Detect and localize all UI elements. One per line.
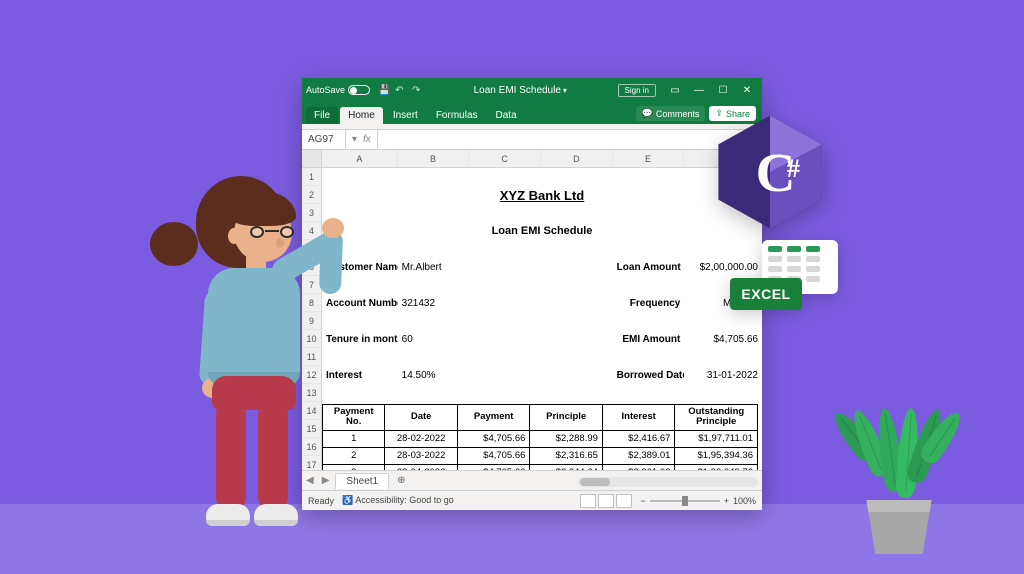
tab-insert[interactable]: Insert [385, 107, 426, 124]
col-header[interactable]: C [469, 150, 541, 167]
th-outstanding: Outstanding Principle [675, 405, 758, 431]
title-bar: AutoSave 💾 ↶ ↷ Loan EMI Schedule▾ Sign i… [302, 78, 762, 102]
svg-text:#: # [787, 153, 800, 183]
table-row: 128-02-2022$4,705.66$2,288.99$2,416.67$1… [323, 430, 758, 447]
sheet-tab-bar: ◀ ▶ Sheet1 ⊕ [302, 470, 762, 490]
horizontal-scrollbar[interactable] [578, 477, 758, 487]
undo-icon[interactable]: ↶ [395, 85, 406, 96]
comment-icon: 💬 [642, 108, 653, 119]
tab-file[interactable]: File [306, 107, 338, 124]
col-header[interactable]: E [613, 150, 685, 167]
zoom-control[interactable]: − + 100% [640, 496, 756, 506]
value-tenure: 60 [398, 334, 470, 345]
ribbon-tabs: File Home Insert Formulas Data 💬Comments… [302, 102, 762, 124]
name-box[interactable]: AG97 [302, 130, 346, 149]
th-principle: Principle [530, 405, 603, 431]
value-account: 321432 [398, 298, 470, 309]
ribbon-options-icon[interactable]: ▭ [664, 78, 686, 102]
document-title[interactable]: Loan EMI Schedule▾ [427, 85, 614, 96]
redo-icon[interactable]: ↷ [412, 85, 423, 96]
view-page-layout-icon[interactable] [598, 494, 614, 508]
quick-access-toolbar: 💾 ↶ ↷ [378, 85, 423, 96]
maximize-button[interactable]: ☐ [712, 78, 734, 102]
value-interest: 14.50% [398, 370, 470, 381]
autosave-switch-icon[interactable] [348, 85, 370, 95]
value-customer: Mr.Albert [398, 262, 470, 273]
doc-subtitle: Loan EMI Schedule [322, 225, 762, 237]
tab-formulas[interactable]: Formulas [428, 107, 486, 124]
autosave-label: AutoSave [306, 85, 345, 95]
col-header[interactable]: A [322, 150, 398, 167]
zoom-out-icon[interactable]: − [640, 496, 645, 506]
view-page-break-icon[interactable] [616, 494, 632, 508]
excel-label: EXCEL [730, 278, 802, 310]
excel-window: AutoSave 💾 ↶ ↷ Loan EMI Schedule▾ Sign i… [302, 78, 762, 510]
sheet-tab-active[interactable]: Sheet1 [335, 473, 389, 489]
comments-button[interactable]: 💬Comments [636, 106, 706, 121]
value-emi: $4,705.66 [684, 334, 762, 345]
zoom-slider[interactable] [650, 500, 720, 502]
close-button[interactable]: ✕ [736, 78, 758, 102]
select-all-corner[interactable] [302, 150, 321, 168]
th-payment: Payment [457, 405, 530, 431]
table-row: 228-03-2022$4,705.66$2,316.65$2,389.01$1… [323, 447, 758, 464]
excel-badge: EXCEL [730, 238, 838, 310]
tab-home[interactable]: Home [340, 107, 383, 124]
label-emi: EMI Amount [613, 334, 685, 345]
label-borrowed: Borrowed Date [613, 370, 685, 381]
sheet-cells[interactable]: XYZ Bank Ltd Loan EMI Schedule Customer … [322, 168, 762, 470]
tab-data[interactable]: Data [488, 107, 525, 124]
bank-title: XYZ Bank Ltd [322, 188, 762, 203]
label-frequency: Frequency [613, 298, 685, 309]
dropdown-icon[interactable]: ▾ [352, 134, 357, 145]
zoom-level: 100% [733, 496, 756, 506]
label-loan-amount: Loan Amount [613, 262, 685, 273]
save-icon[interactable]: 💾 [378, 85, 389, 96]
csharp-logo: C # [710, 112, 830, 232]
col-header[interactable]: D [541, 150, 613, 167]
fx-icon[interactable]: fx [363, 134, 371, 145]
status-bar: Ready ♿ Accessibility: Good to go − + 10… [302, 490, 762, 510]
minimize-button[interactable]: — [688, 78, 710, 102]
th-interest: Interest [602, 405, 675, 431]
view-normal-icon[interactable] [580, 494, 596, 508]
zoom-in-icon[interactable]: + [724, 496, 729, 506]
signin-button[interactable]: Sign in [618, 84, 656, 97]
view-buttons [580, 494, 632, 508]
th-date: Date [385, 405, 458, 431]
autosave-toggle[interactable]: AutoSave [306, 85, 370, 95]
spreadsheet-grid[interactable]: 1 2 3 4 5 6 7 8 9 10 11 12 13 14 15 16 1… [302, 150, 762, 470]
schedule-table: Payment No. Date Payment Principle Inter… [322, 404, 758, 470]
accessibility-status[interactable]: ♿ Accessibility: Good to go [342, 495, 454, 506]
character-illustration [146, 168, 338, 540]
value-borrowed: 31-01-2022 [684, 370, 762, 381]
add-sheet-button[interactable]: ⊕ [389, 475, 413, 486]
col-header[interactable]: B [398, 150, 470, 167]
formula-bar: AG97 ▾ fx [302, 130, 762, 150]
plant-decoration [834, 404, 964, 554]
chevron-down-icon: ▾ [563, 86, 567, 95]
column-headers: A B C D E F [322, 150, 762, 168]
